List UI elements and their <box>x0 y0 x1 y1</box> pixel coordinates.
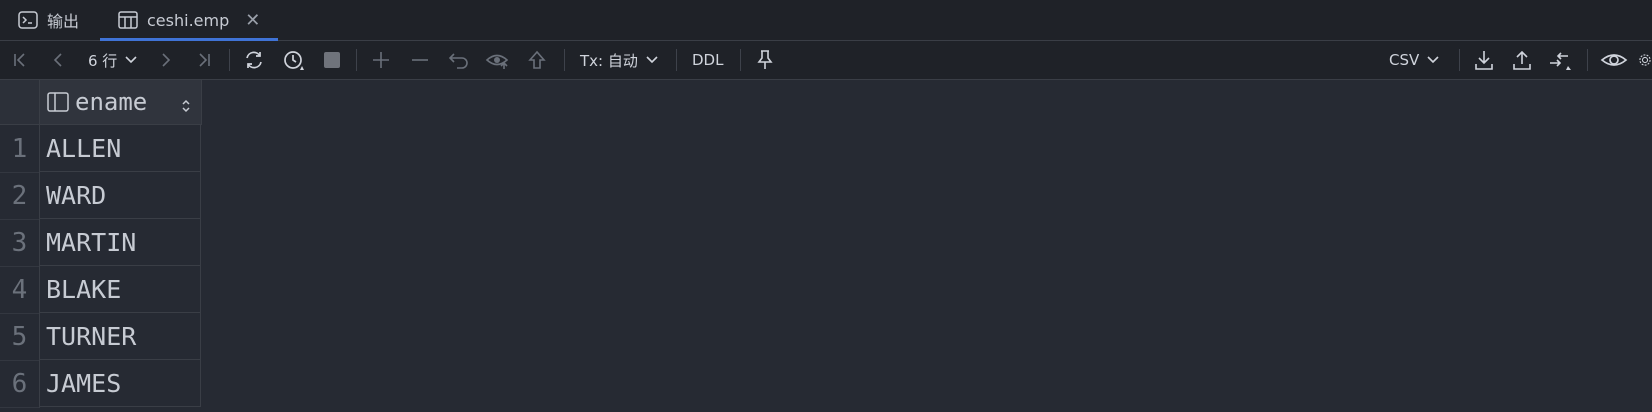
row-number-header[interactable] <box>0 80 40 125</box>
column-header-label: ename <box>75 88 148 116</box>
row-number: 5 <box>0 313 40 361</box>
pin-icon[interactable] <box>752 45 778 75</box>
last-page-icon[interactable] <box>192 45 216 75</box>
tab-bar: 输出 ceshi.emp ✕ <box>0 0 1652 41</box>
row-number: 2 <box>0 172 40 220</box>
chevron-down-icon <box>125 56 137 64</box>
table-row[interactable]: 5 TURNER <box>0 313 202 361</box>
view-icon[interactable] <box>1598 45 1630 75</box>
previous-page-icon[interactable] <box>46 45 70 75</box>
table-row[interactable]: 6 JAMES <box>0 360 202 408</box>
submit-icon[interactable] <box>524 45 550 75</box>
toolbar-separator <box>356 49 357 71</box>
table-row[interactable]: 2 WARD <box>0 172 202 220</box>
ddl-button[interactable]: DDL <box>692 45 723 75</box>
table-cell-ename[interactable]: ALLEN <box>40 125 201 172</box>
first-page-icon[interactable] <box>8 45 32 75</box>
refresh-icon[interactable] <box>240 45 268 75</box>
table-row[interactable]: 3 MARTIN <box>0 219 202 267</box>
table-row[interactable]: 1 ALLEN <box>0 125 202 173</box>
delete-row-icon[interactable] <box>407 45 433 75</box>
table-cell-ename[interactable]: JAMES <box>40 360 201 407</box>
tab-label: 输出 <box>47 12 80 31</box>
toolbar-separator <box>676 49 677 71</box>
settings-icon[interactable] <box>1638 45 1652 75</box>
export-format-label: CSV <box>1389 51 1420 69</box>
stop-icon[interactable] <box>318 45 346 75</box>
table-cell-ename[interactable]: BLAKE <box>40 266 201 313</box>
chevron-down-icon <box>1427 56 1439 64</box>
row-number: 6 <box>0 360 40 408</box>
row-number: 4 <box>0 266 40 314</box>
upload-icon[interactable] <box>1508 45 1536 75</box>
column-header-ename[interactable]: ename <box>40 80 202 125</box>
row-number: 1 <box>0 125 40 173</box>
compare-icon[interactable] <box>1546 45 1574 75</box>
add-row-icon[interactable] <box>368 45 394 75</box>
row-count-dropdown[interactable]: 6 行 <box>88 45 138 75</box>
toolbar-separator <box>1587 49 1588 71</box>
sort-icon[interactable] <box>181 92 191 120</box>
row-number: 3 <box>0 219 40 267</box>
toolbar-separator <box>740 49 741 71</box>
preview-changes-icon[interactable] <box>484 45 512 75</box>
revert-icon[interactable] <box>446 45 472 75</box>
ddl-label: DDL <box>692 51 724 69</box>
result-toolbar: 6 行 Tx: 自动 DDL CSV <box>0 41 1652 80</box>
toolbar-separator <box>229 49 230 71</box>
table-row[interactable]: 4 BLAKE <box>0 266 202 314</box>
row-count-label: 6 行 <box>88 51 118 70</box>
tab-ceshi-emp[interactable]: ceshi.emp ✕ <box>100 0 279 41</box>
table-cell-ename[interactable]: WARD <box>40 172 201 219</box>
next-page-icon[interactable] <box>154 45 178 75</box>
transaction-mode-dropdown[interactable]: Tx: 自动 <box>580 45 659 75</box>
toolbar-separator <box>1459 49 1460 71</box>
download-icon[interactable] <box>1470 45 1498 75</box>
export-format-dropdown[interactable]: CSV <box>1389 45 1440 75</box>
table-cell-ename[interactable]: MARTIN <box>40 219 201 266</box>
tab-label: ceshi.emp <box>147 10 230 30</box>
tab-output[interactable]: 输出 <box>18 0 79 40</box>
table-cell-ename[interactable]: TURNER <box>40 313 201 360</box>
transaction-mode-label: Tx: 自动 <box>580 51 638 70</box>
toolbar-separator <box>564 49 565 71</box>
table-icon <box>118 11 138 29</box>
column-icon <box>47 92 69 112</box>
terminal-icon <box>18 11 38 29</box>
history-icon[interactable] <box>280 45 308 75</box>
close-icon[interactable]: ✕ <box>245 10 260 31</box>
chevron-down-icon <box>646 56 658 64</box>
